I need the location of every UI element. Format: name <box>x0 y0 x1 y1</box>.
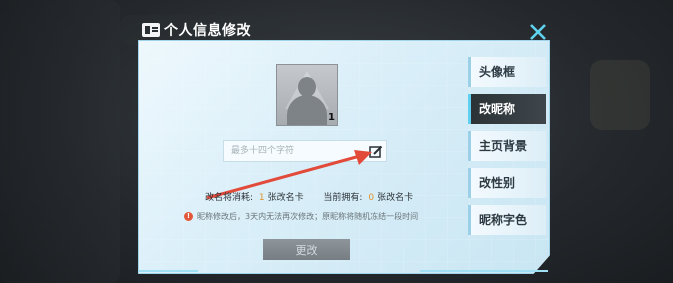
side-tabs: 头像框 改昵称 主页背景 改性别 昵称字色 <box>468 57 546 242</box>
rename-cost-row: 改名将消耗: 1 张改名卡 当前拥有: 0 张改名卡 <box>205 190 413 203</box>
close-icon <box>530 24 546 40</box>
tab-rename[interactable]: 改昵称 <box>468 94 546 124</box>
panel-deco-line <box>420 270 548 272</box>
notice-text: 昵称修改后，3天内无法再次修改；原昵称将随机冻结一段时间 <box>197 212 419 221</box>
panel-deco-line <box>138 270 198 272</box>
nickname-input[interactable] <box>223 140 387 162</box>
tab-avatar-frame[interactable]: 头像框 <box>468 57 546 87</box>
background-item <box>590 60 650 130</box>
close-button[interactable] <box>526 20 550 44</box>
tab-change-gender[interactable]: 改性别 <box>468 168 546 198</box>
id-card-icon <box>142 23 160 37</box>
dialog-title-bar: 个人信息修改 <box>142 18 292 42</box>
owned-unit: 张改名卡 <box>377 193 414 203</box>
edit-button[interactable] <box>369 144 383 158</box>
rename-notice: ! 昵称修改后，3天内无法再次修改；原昵称将随机冻结一段时间 <box>184 211 418 222</box>
owned-label: 当前拥有: <box>323 193 363 203</box>
avatar[interactable]: 1 <box>276 64 338 126</box>
tab-nickname-color[interactable]: 昵称字色 <box>468 205 546 235</box>
tab-homepage-background[interactable]: 主页背景 <box>468 131 546 161</box>
warning-icon: ! <box>184 212 193 221</box>
cost-label: 改名将消耗: <box>205 193 254 203</box>
owned-count: 0 <box>368 193 375 203</box>
background-left-panel <box>0 0 120 283</box>
pencil-edit-icon <box>369 145 383 158</box>
avatar-head-silhouette <box>298 77 316 97</box>
cost-count: 1 <box>258 193 265 203</box>
dialog-title: 个人信息修改 <box>164 23 251 39</box>
cost-unit: 张改名卡 <box>267 193 304 203</box>
avatar-badge: 1 <box>328 112 335 123</box>
change-button[interactable]: 更改 <box>263 239 350 260</box>
